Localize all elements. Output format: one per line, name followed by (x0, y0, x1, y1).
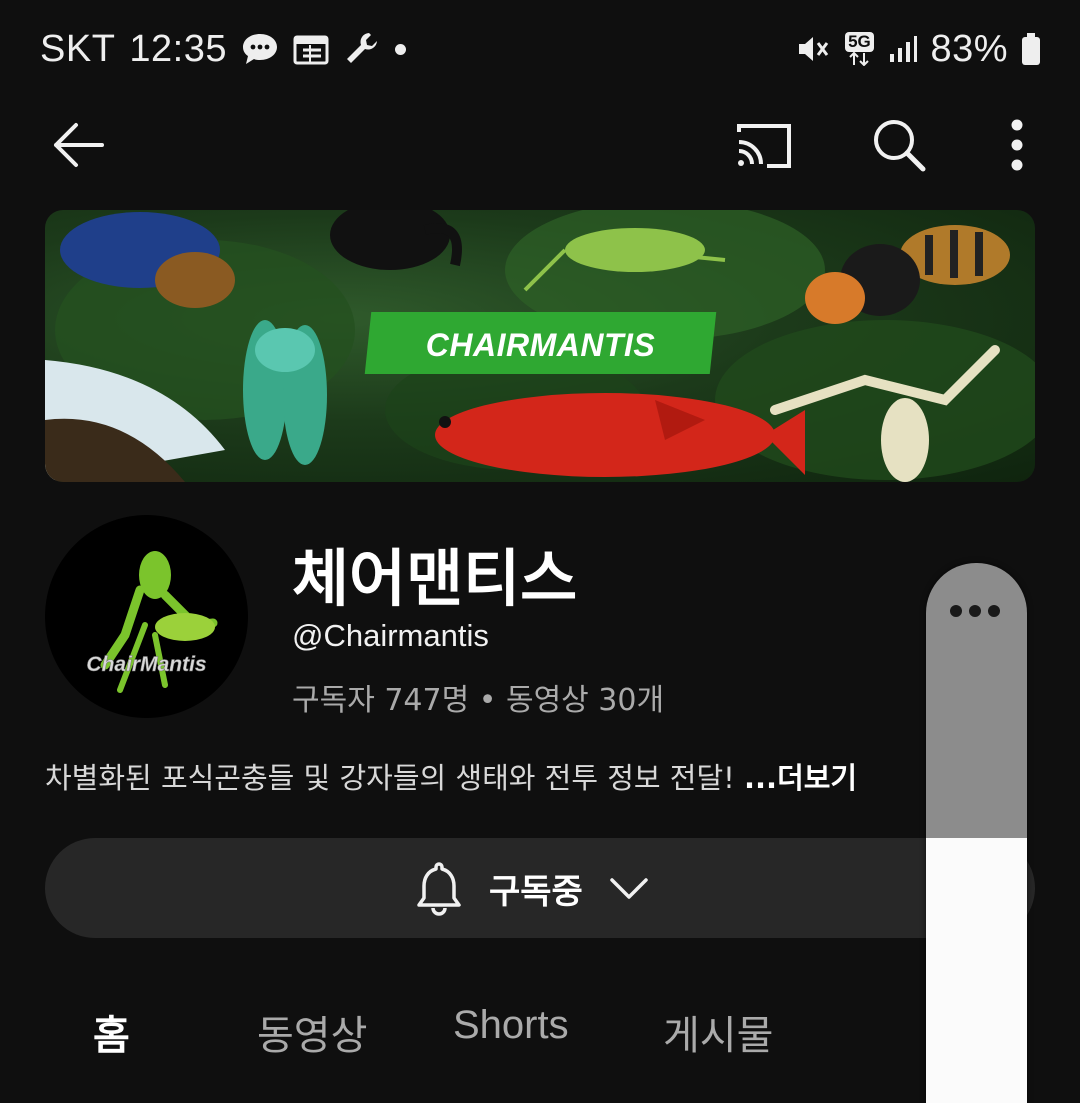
chevron-down-icon (610, 878, 648, 899)
signal-icon (888, 34, 918, 64)
subscribed-button[interactable]: 구독중 (45, 838, 1035, 938)
edge-panel-lower (926, 838, 1027, 1103)
more-link[interactable]: ...더보기 (744, 761, 857, 795)
tab-posts[interactable]: 게시물 (663, 1003, 773, 1061)
tab-videos[interactable]: 동영상 (257, 1003, 367, 1061)
banner-title: CHAIRMANTIS (425, 327, 656, 363)
clock: 12:35 (129, 27, 227, 70)
back-arrow-icon (54, 123, 104, 167)
battery-label: 83% (930, 27, 1008, 70)
channel-name: 체어맨티스 (292, 542, 578, 615)
tab-shorts[interactable]: Shorts (453, 1003, 569, 1048)
subscribed-label: 구독중 (489, 871, 583, 912)
edge-panel-handle[interactable] (926, 563, 1027, 1103)
bell-icon (417, 862, 461, 916)
more-horiz-icon (950, 605, 1000, 617)
network-label: 5G (845, 32, 874, 52)
mute-icon (796, 33, 830, 65)
channel-avatar[interactable]: ChairMantis (45, 515, 248, 718)
description-text: 차별화된 포식곤충들 및 강자들의 생태와 전투 정보 전달! (45, 761, 745, 795)
wrench-icon (343, 31, 381, 67)
back-button[interactable] (43, 110, 113, 180)
status-left: SKT 12:35 (40, 24, 406, 74)
search-icon (874, 120, 926, 172)
status-bar: SKT 12:35 5G 83% (0, 0, 1080, 100)
chat-icon (241, 31, 279, 67)
avatar-logo-text: ChairMantis (86, 653, 207, 677)
notification-dot (395, 43, 406, 55)
more-options-button[interactable] (982, 110, 1052, 180)
tab-home[interactable]: 홈 (93, 1003, 130, 1061)
more-vert-icon (1011, 119, 1023, 171)
channel-stats: 구독자 747명 • 동영상 30개 (292, 683, 665, 718)
subscribed-button-content: 구독중 (415, 838, 649, 938)
cast-button[interactable] (728, 110, 798, 180)
channel-description[interactable]: 차별화된 포식곤충들 및 강자들의 생태와 전투 정보 전달! ...더보기 (45, 755, 857, 797)
calendar-icon (293, 33, 329, 65)
search-button[interactable] (864, 110, 934, 180)
channel-handle: @Chairmantis (292, 618, 489, 653)
top-app-bar (0, 100, 1080, 190)
5g-icon: 5G (842, 32, 876, 66)
carrier-label: SKT (40, 27, 116, 70)
battery-icon (1020, 32, 1042, 66)
mantis-avatar-icon (100, 551, 218, 693)
channel-tabs: 홈 동영상 Shorts 게시물 (0, 995, 1080, 1080)
cast-icon (737, 124, 791, 168)
status-right: 5G 83% (796, 24, 1042, 74)
